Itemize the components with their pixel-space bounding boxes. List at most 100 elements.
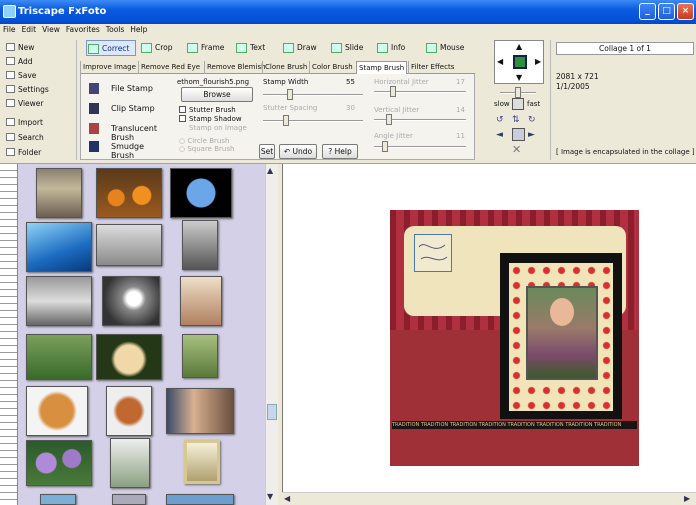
- stamp-width-value: 55: [346, 78, 355, 86]
- thumbnail-ducks[interactable]: [182, 334, 218, 378]
- mode-text[interactable]: Text: [235, 40, 273, 56]
- canvas-scrollbar[interactable]: ◀ ▶: [282, 492, 696, 505]
- speed-slider[interactable]: [500, 87, 536, 98]
- thumbnail-stairs[interactable]: [36, 168, 82, 218]
- minimize-icon[interactable]: _: [639, 3, 656, 20]
- mode-mouse[interactable]: Mouse: [425, 40, 473, 56]
- scroll-up-icon[interactable]: ▲: [267, 166, 273, 175]
- thumbnail-framed-kids[interactable]: [110, 438, 150, 488]
- import-icon: [6, 118, 15, 126]
- new-button[interactable]: New: [6, 43, 72, 56]
- stamp-brush-panel: File Stamp Clip Stamp Translucent Brush …: [80, 74, 475, 160]
- thumbnail-earth[interactable]: [170, 168, 232, 218]
- viewer-button[interactable]: Viewer: [6, 99, 72, 112]
- undo-button[interactable]: ↶ Undo: [279, 144, 317, 159]
- tab-remove-red-eye[interactable]: Remove Red Eye: [138, 61, 202, 74]
- mode-slide[interactable]: Slide: [330, 40, 370, 56]
- scroll-right-icon[interactable]: ▶: [684, 494, 690, 503]
- scroll-left-icon[interactable]: ◀: [284, 494, 290, 503]
- thumbnail-pumpkins[interactable]: [96, 168, 162, 218]
- pan-up-icon[interactable]: ▲: [516, 42, 522, 51]
- pan-navigator[interactable]: ▲ ▼ ◀ ▶: [494, 40, 544, 84]
- rotate-left-icon[interactable]: ↺: [496, 115, 504, 125]
- thumbnail-puppy[interactable]: [96, 334, 162, 380]
- stamp-selection-box[interactable]: [414, 234, 452, 272]
- tab-clone-brush[interactable]: Clone Brush: [262, 61, 309, 74]
- menu-tools[interactable]: Tools: [103, 24, 127, 35]
- mode-info[interactable]: Info: [376, 40, 412, 56]
- collage-counter: Collage 1 of 1: [556, 42, 694, 55]
- flip-icon[interactable]: ⇅: [512, 115, 520, 125]
- browse-button[interactable]: Browse: [181, 87, 253, 102]
- thumbnail-partial-3[interactable]: [166, 494, 234, 505]
- folder-button[interactable]: Folder: [6, 148, 72, 161]
- encapsulation-note: [ Image is encapsulated in the collage ]: [556, 148, 695, 156]
- thumbnail-moon[interactable]: [102, 276, 160, 326]
- grid-icon[interactable]: [512, 128, 525, 141]
- text-icon: [236, 43, 247, 53]
- close-icon[interactable]: ×: [677, 3, 694, 20]
- menu-file[interactable]: File: [0, 24, 19, 35]
- menu-edit[interactable]: Edit: [19, 24, 40, 35]
- thumbnail-violets[interactable]: [26, 440, 92, 486]
- fit-icon[interactable]: [512, 98, 524, 110]
- mode-correct[interactable]: Correct: [86, 40, 136, 56]
- save-button[interactable]: Save: [6, 71, 72, 84]
- help-button[interactable]: ? Help: [322, 144, 358, 159]
- image-date: 1/1/2005: [556, 82, 590, 91]
- thumbnail-children-field[interactable]: [26, 334, 92, 380]
- next-icon[interactable]: ►: [528, 130, 535, 140]
- scroll-thumb[interactable]: [267, 404, 277, 420]
- scroll-down-icon[interactable]: ▼: [267, 492, 273, 501]
- speed-fast-label: fast: [527, 100, 541, 108]
- mode-draw[interactable]: Draw: [282, 40, 324, 56]
- previous-icon[interactable]: ◄: [496, 130, 503, 140]
- tab-remove-blemish[interactable]: Remove Blemish: [204, 61, 268, 74]
- horizontal-jitter-slider[interactable]: [374, 86, 466, 97]
- settings-button[interactable]: Settings: [6, 85, 72, 98]
- stutter-spacing-value: 30: [346, 104, 355, 112]
- pan-center-icon[interactable]: [513, 55, 527, 69]
- pan-right-icon[interactable]: ▶: [535, 57, 541, 66]
- pan-down-icon[interactable]: ▼: [516, 73, 522, 82]
- menu-help[interactable]: Help: [127, 24, 150, 35]
- angle-jitter-value: 11: [456, 132, 465, 140]
- new-icon: [6, 43, 15, 51]
- stamp-width-slider[interactable]: [263, 89, 363, 100]
- thumbnail-child-sleeping[interactable]: [96, 224, 162, 266]
- close-image-icon[interactable]: ✕: [512, 143, 521, 156]
- thumbnail-framed-photo[interactable]: [184, 440, 220, 484]
- thumbnail-scrollbar[interactable]: ▲ ▼: [265, 164, 278, 505]
- thumbnail-woman[interactable]: [180, 276, 222, 326]
- stutter-brush-checkbox[interactable]: Stutter Brush: [179, 106, 236, 114]
- search-button[interactable]: Search: [6, 133, 72, 146]
- rotate-right-icon[interactable]: ↻: [528, 115, 536, 125]
- correct-subtabs: Improve Image Remove Red Eye Remove Blem…: [80, 61, 475, 74]
- thumbnail-family[interactable]: [166, 388, 234, 434]
- import-button[interactable]: Import: [6, 118, 72, 131]
- stamp-shadow-checkbox[interactable]: Stamp Shadow: [179, 115, 242, 123]
- thumbnail-wave[interactable]: [26, 222, 92, 272]
- stutter-spacing-slider: [263, 115, 363, 126]
- menu-favorites[interactable]: Favorites: [63, 24, 103, 35]
- set-button[interactable]: Set: [259, 144, 275, 159]
- maximize-icon[interactable]: □: [658, 3, 675, 20]
- thumbnail-dog-face[interactable]: [26, 386, 88, 436]
- vertical-jitter-slider[interactable]: [374, 114, 466, 125]
- stamp-width-knob[interactable]: [287, 89, 293, 100]
- mode-frame[interactable]: Frame: [186, 40, 232, 56]
- thumbnail-smoke[interactable]: [26, 276, 92, 326]
- thumbnail-partial-2[interactable]: [112, 494, 146, 505]
- pan-left-icon[interactable]: ◀: [497, 57, 503, 66]
- tab-stamp-brush[interactable]: Stamp Brush: [356, 61, 408, 74]
- angle-jitter-slider[interactable]: [374, 141, 466, 152]
- menu-view[interactable]: View: [39, 24, 63, 35]
- thumbnail-partial-1[interactable]: [40, 494, 76, 505]
- tab-color-brush[interactable]: Color Brush: [309, 61, 355, 74]
- mode-crop[interactable]: Crop: [140, 40, 180, 56]
- add-button[interactable]: Add: [6, 57, 72, 70]
- tab-improve-image[interactable]: Improve Image: [80, 61, 138, 74]
- tab-filter-effects[interactable]: Filter Effects: [408, 61, 456, 74]
- thumbnail-girl-bw[interactable]: [182, 220, 218, 270]
- thumbnail-dog-mask[interactable]: [106, 386, 152, 436]
